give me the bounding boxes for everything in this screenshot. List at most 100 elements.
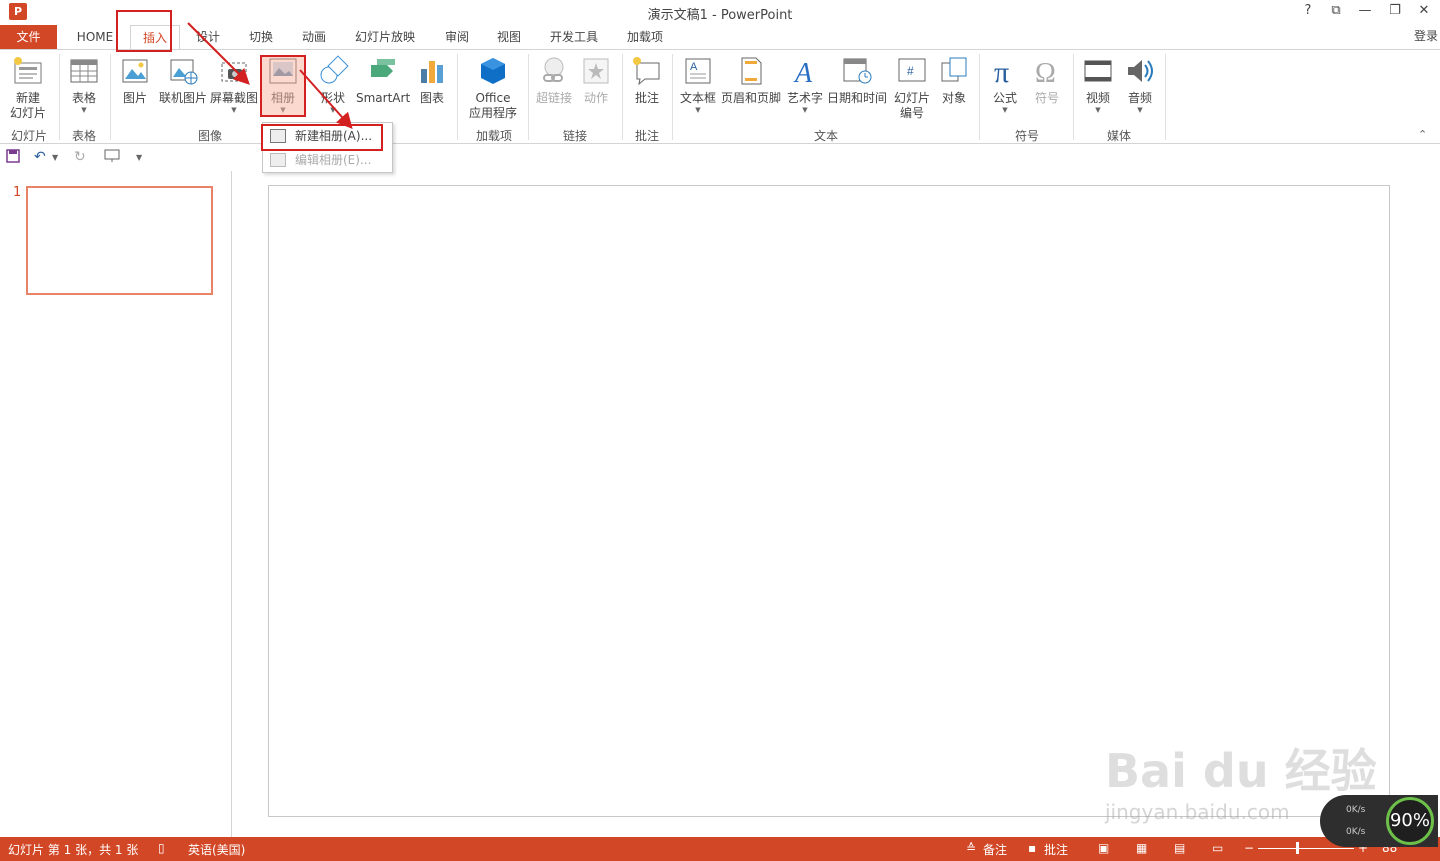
chevron-down-icon: ▼ — [280, 106, 286, 114]
photo-album-button[interactable]: 相册 ▼ — [260, 55, 306, 114]
tab-developer[interactable]: 开发工具 — [543, 25, 605, 49]
object-button[interactable]: 对象 — [936, 55, 972, 106]
slide-canvas[interactable] — [268, 185, 1390, 817]
audio-button[interactable]: 音频 ▼ — [1120, 55, 1160, 114]
office-store-icon — [477, 55, 509, 87]
window-title: 演示文稿1 - PowerPoint — [647, 8, 793, 23]
tab-design[interactable]: 设计 — [187, 25, 229, 49]
group-separator — [979, 54, 980, 140]
new-photo-album-item[interactable]: 新建相册(A)... — [263, 125, 392, 147]
zoom-slider-thumb[interactable] — [1296, 842, 1299, 854]
new-slide-label-2: 幻灯片 — [9, 106, 46, 120]
action-button[interactable]: 动作 — [578, 55, 614, 106]
tab-file[interactable]: 文件 — [0, 25, 57, 49]
language-indicator[interactable]: 英语(美国) — [188, 841, 245, 858]
group-label-symbols: 符号 — [1014, 129, 1039, 143]
restore-button[interactable]: ❐ — [1385, 3, 1405, 18]
slide-sorter-icon[interactable]: ▦ — [1136, 841, 1147, 855]
slide-number-icon: # — [896, 55, 928, 87]
video-button[interactable]: 视频 ▼ — [1078, 55, 1118, 114]
tab-home[interactable]: HOME — [70, 25, 120, 49]
office-apps-button[interactable]: Office 应用程序 — [462, 55, 524, 121]
group-separator — [672, 54, 673, 140]
new-album-icon — [270, 129, 286, 143]
ribbon-display-options-icon[interactable]: ⧉ — [1326, 3, 1346, 18]
login-link[interactable]: 登录 — [1414, 27, 1438, 44]
object-icon — [938, 55, 970, 87]
help-icon[interactable]: ? — [1298, 3, 1318, 18]
new-slide-button[interactable]: 新建 幻灯片 — [4, 55, 52, 121]
comments-button[interactable]: 批注 — [1044, 841, 1068, 858]
collapse-ribbon-icon[interactable]: ⌃ — [1418, 128, 1427, 141]
chevron-down-icon: ▼ — [330, 106, 336, 114]
table-icon — [68, 55, 100, 87]
tab-transitions[interactable]: 切换 — [240, 25, 282, 49]
table-button[interactable]: 表格 ▼ — [64, 55, 104, 114]
chart-button[interactable]: 图表 — [414, 55, 450, 106]
save-icon[interactable] — [6, 149, 20, 167]
tab-insert[interactable]: 插入 — [130, 25, 180, 49]
chevron-down-icon: ▼ — [231, 106, 237, 114]
chevron-down-icon: ▼ — [802, 106, 808, 114]
slide-number-button[interactable]: # 幻灯片 编号 — [890, 55, 934, 121]
reading-view-icon[interactable]: ▤ — [1174, 841, 1185, 855]
picture-icon — [119, 55, 151, 87]
zoom-slider[interactable] — [1258, 848, 1354, 849]
slideshow-view-icon[interactable]: ▭ — [1212, 841, 1223, 855]
status-bar: 幻灯片 第 1 张，共 1 张 ▯ 英语(美国) ≙ 备注 ▪ 批注 ▣ ▦ ▤… — [0, 837, 1440, 861]
smartart-button[interactable]: SmartArt — [356, 55, 410, 106]
symbol-label: 符号 — [1034, 91, 1059, 105]
film-icon — [1082, 55, 1114, 87]
group-separator — [528, 54, 529, 140]
slide-thumbnail[interactable] — [26, 186, 213, 295]
undo-icon[interactable]: ↶ — [34, 149, 46, 165]
header-footer-button[interactable]: 页眉和页脚 — [720, 55, 782, 106]
screenshot-button[interactable]: 屏幕截图 ▼ — [209, 55, 259, 114]
textbox-label: 文本框 — [679, 91, 716, 105]
redo-icon[interactable]: ↻ — [74, 149, 86, 165]
chart-icon — [416, 55, 448, 87]
action-star-icon — [580, 55, 612, 87]
calendar-icon — [841, 55, 873, 87]
group-separator — [622, 54, 623, 140]
equation-button[interactable]: π 公式 ▼ — [986, 55, 1024, 114]
group-label-text: 文本 — [813, 129, 838, 143]
textbox-button[interactable]: A 文本框 ▼ — [677, 55, 719, 114]
edit-album-label: 编辑相册(E)... — [295, 153, 372, 167]
slideshow-start-icon[interactable] — [104, 149, 120, 167]
header-footer-label: 页眉和页脚 — [720, 91, 781, 105]
edit-photo-album-item[interactable]: 编辑相册(E)... — [263, 149, 392, 171]
powerpoint-window: P 演示文稿1 - PowerPoint ? ⧉ — ❐ ✕ 文件 HOME 插… — [0, 0, 1440, 861]
wordart-button[interactable]: A 艺术字 ▼ — [785, 55, 825, 114]
tab-view[interactable]: 视图 — [488, 25, 530, 49]
tab-animations[interactable]: 动画 — [293, 25, 335, 49]
online-picture-button[interactable]: 联机图片 — [156, 55, 210, 106]
shapes-icon — [317, 55, 349, 87]
date-time-button[interactable]: 日期和时间 — [826, 55, 888, 106]
symbol-button[interactable]: Ω 符号 — [1028, 55, 1066, 106]
slide-number-label-2: 编号 — [899, 106, 924, 120]
title-bar: P 演示文稿1 - PowerPoint ? ⧉ — ❐ ✕ — [0, 0, 1440, 25]
notes-button[interactable]: 备注 — [983, 841, 1007, 858]
chevron-down-icon[interactable]: ▼ — [52, 153, 58, 162]
spellcheck-icon[interactable]: ▯ — [158, 841, 165, 855]
tab-review[interactable]: 审阅 — [436, 25, 478, 49]
tab-addins[interactable]: 加载项 — [618, 25, 672, 49]
normal-view-icon[interactable]: ▣ — [1098, 841, 1109, 855]
memory-percent[interactable]: 90% — [1386, 797, 1434, 845]
close-button[interactable]: ✕ — [1414, 3, 1434, 18]
svg-text:Ω: Ω — [1035, 58, 1056, 87]
hyperlink-button[interactable]: 超链接 — [534, 55, 574, 106]
shapes-button[interactable]: 形状 ▼ — [312, 55, 354, 114]
minimize-button[interactable]: — — [1355, 3, 1375, 18]
picture-button[interactable]: 图片 — [116, 55, 154, 106]
zoom-out-button[interactable]: − — [1244, 841, 1254, 855]
screenshot-label: 屏幕截图 — [209, 91, 258, 105]
action-label: 动作 — [583, 91, 608, 105]
smartart-label: SmartArt — [356, 91, 411, 105]
tab-slideshow[interactable]: 幻灯片放映 — [349, 25, 421, 49]
hyperlink-icon — [538, 55, 570, 87]
network-speed-widget: 0K/s 0K/s 90% — [1320, 795, 1438, 847]
comment-button[interactable]: 批注 — [628, 55, 666, 106]
customize-qat-icon[interactable]: ▼ — [136, 153, 142, 162]
